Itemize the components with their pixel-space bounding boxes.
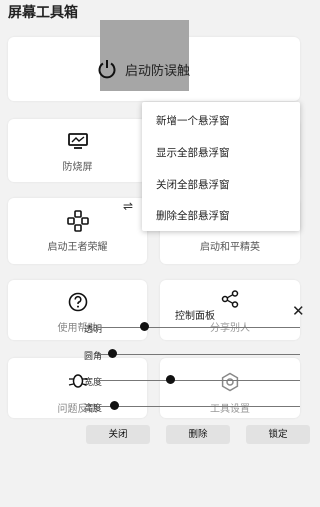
slider-track[interactable] [98, 406, 300, 407]
slider-thumb[interactable] [109, 401, 119, 410]
slider-label: 宽度 [84, 378, 103, 388]
close-button[interactable]: 关闭 [86, 425, 150, 444]
anti-burn-card[interactable]: 防烧屏 [8, 119, 147, 182]
settings-label: 工具设置 [210, 404, 250, 415]
lock-button[interactable]: 锁定 [246, 425, 310, 444]
close-icon[interactable]: ✕ [292, 304, 305, 319]
menu-item-add[interactable]: 新增一个悬浮窗 [156, 113, 230, 128]
anti-burn-label: 防烧屏 [62, 162, 93, 173]
bug-label: 问题反馈 [57, 404, 98, 415]
bug-card[interactable]: 问题反馈 [8, 358, 147, 418]
menu-item-close-all[interactable]: 关闭全部悬浮窗 [156, 177, 230, 192]
settings-card[interactable]: 工具设置 [160, 358, 300, 418]
swap-icon[interactable]: ⇌ [123, 199, 133, 213]
gamepad-icon [66, 210, 89, 232]
slider-thumb[interactable] [107, 349, 117, 358]
honor-of-kings-label: 启动王者荣耀 [47, 242, 108, 253]
start-button-highlight[interactable] [100, 20, 189, 91]
slider-label: 透明 [84, 325, 103, 335]
monitor-icon [67, 133, 88, 149]
share-icon [221, 290, 239, 308]
floating-window-menu: 新增一个悬浮窗 显示全部悬浮窗 关闭全部悬浮窗 删除全部悬浮窗 [142, 102, 300, 231]
power-icon [98, 60, 116, 79]
start-label: 启动防误触 [125, 63, 191, 79]
control-panel-title: 控制面板 [175, 311, 215, 322]
menu-item-show-all[interactable]: 显示全部悬浮窗 [156, 145, 230, 160]
delete-button[interactable]: 删除 [166, 425, 230, 444]
slider-track[interactable] [98, 354, 300, 355]
slider-thumb[interactable] [139, 322, 149, 331]
slider-track[interactable] [98, 380, 300, 381]
app-title: 屏幕工具箱 [8, 5, 78, 21]
slider-track[interactable] [98, 327, 300, 328]
start-button[interactable]: 启动防误触 [96, 58, 190, 80]
slider-label: 高度 [84, 404, 103, 414]
question-icon [68, 292, 87, 312]
help-card[interactable]: 使用帮助 [8, 280, 147, 340]
gear-icon [221, 372, 239, 392]
slider-label: 圆角 [84, 352, 103, 362]
peace-elite-label: 启动和平精英 [200, 242, 260, 253]
menu-item-delete-all[interactable]: 删除全部悬浮窗 [156, 208, 230, 223]
